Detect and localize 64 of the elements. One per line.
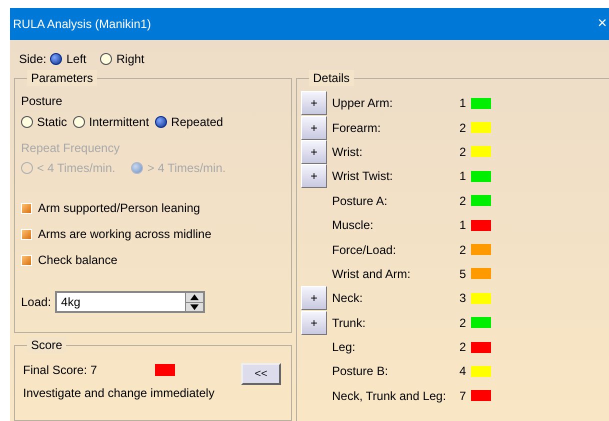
close-button[interactable]: × xyxy=(598,16,607,32)
detail-label: Neck: xyxy=(332,290,364,308)
expand-button[interactable]: + xyxy=(301,164,327,188)
detail-score: 1 xyxy=(458,95,466,112)
radio-label: Repeated xyxy=(171,114,224,131)
detail-score: 2 xyxy=(458,192,466,210)
radio-button[interactable] xyxy=(100,53,112,65)
radio-button[interactable] xyxy=(21,116,33,128)
detail-score: 7 xyxy=(458,388,466,405)
expand-button[interactable]: + xyxy=(301,310,327,335)
score-message: Investigate and change immediately xyxy=(23,385,216,402)
detail-label: Trunk: xyxy=(332,314,367,332)
expand-button[interactable]: + xyxy=(301,116,327,140)
expand-button[interactable]: + xyxy=(301,286,327,310)
down-arrow-icon[interactable] xyxy=(186,302,204,311)
detail-score: 5 xyxy=(458,266,466,283)
detail-label: Posture B: xyxy=(332,363,390,380)
expand-button[interactable]: + xyxy=(301,91,327,116)
checkbox[interactable] xyxy=(21,202,32,214)
detail-score: 2 xyxy=(458,120,466,137)
detail-score: 2 xyxy=(458,339,466,356)
checkbox[interactable] xyxy=(21,228,32,240)
checkbox-label: Check balance xyxy=(38,252,118,269)
final-score: Final Score: 7 xyxy=(23,362,98,379)
radio-label: Static xyxy=(37,114,68,131)
detail-label: Muscle: xyxy=(332,217,374,234)
frequency-label: Repeat Frequency xyxy=(21,140,121,157)
group-title: Details xyxy=(309,70,354,86)
group-title: Score xyxy=(27,337,66,353)
detail-score: 2 xyxy=(458,144,466,161)
checkbox-label: Arm supported/Person leaning xyxy=(38,200,200,217)
detail-label: Wrist Twist: xyxy=(332,168,394,186)
collapse-button[interactable]: << xyxy=(241,363,281,385)
window-title: RULA Analysis (Manikin1) xyxy=(13,16,152,33)
detail-label: Leg: xyxy=(332,339,356,356)
detail-score: 3 xyxy=(458,290,466,308)
checkbox[interactable] xyxy=(21,254,32,266)
detail-score: 2 xyxy=(458,242,466,259)
checkbox-label: Arms are working across midline xyxy=(38,226,212,243)
detail-label: Neck, Trunk and Leg: xyxy=(332,388,448,405)
load-label: Load: xyxy=(21,294,52,311)
radio-button[interactable] xyxy=(73,116,86,128)
detail-score: 1 xyxy=(458,217,466,234)
detail-label: Wrist: xyxy=(332,144,364,161)
radio-label: < 4 Times/min. xyxy=(37,160,116,177)
radio-button[interactable] xyxy=(155,116,168,128)
detail-label: Forearm: xyxy=(332,120,382,137)
detail-label: Upper Arm: xyxy=(332,95,394,112)
detail-score: 1 xyxy=(458,168,466,186)
load-spinbox[interactable]: 4kg xyxy=(55,291,206,313)
radio-label: Intermittent xyxy=(89,114,150,131)
detail-label: Wrist and Arm: xyxy=(332,266,412,283)
detail-score: 4 xyxy=(458,363,466,380)
detail-score: 2 xyxy=(458,314,466,332)
radio-label: Left xyxy=(66,51,86,68)
group-title: Parameters xyxy=(27,70,98,86)
radio-label: Right xyxy=(116,51,144,68)
posture-label: Posture xyxy=(21,93,64,110)
detail-label: Force/Load: xyxy=(332,242,398,259)
expand-button[interactable]: + xyxy=(301,140,327,164)
detail-label: Posture A: xyxy=(332,192,388,210)
radio-button[interactable] xyxy=(50,53,62,65)
side-label: Side: xyxy=(19,51,46,68)
radio-label: > 4 Times/min. xyxy=(147,160,226,177)
